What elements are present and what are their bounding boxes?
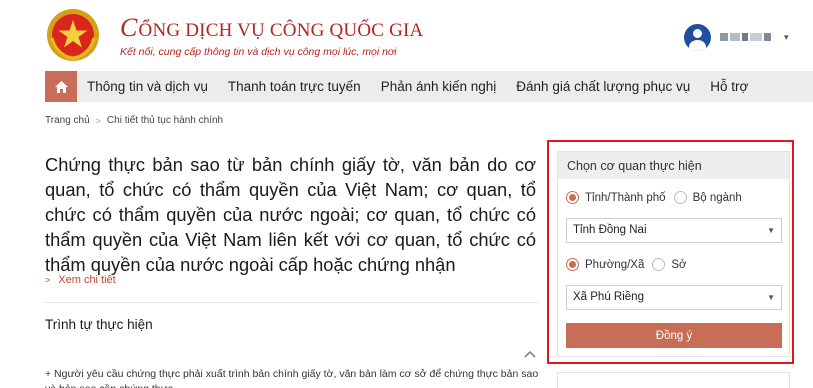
chevron-down-icon[interactable]: ▾	[784, 32, 789, 43]
step-text: + Người yêu cầu chứng thực phải xuất trì…	[45, 368, 539, 388]
radio-ward-label[interactable]: Phường/Xã	[585, 259, 644, 271]
nav-item-info-services[interactable]: Thông tin và dịch vụ	[77, 79, 218, 94]
ward-select[interactable]: Xã Phú Riềng ▼	[566, 285, 782, 310]
chevron-up-icon[interactable]	[524, 349, 536, 359]
agency-select-panel: Chọn cơ quan thực hiện Tỉnh/Thành phố Bộ…	[557, 151, 790, 357]
view-detail-link[interactable]: > Xem chi tiết	[45, 274, 116, 286]
nav-item-service-rating[interactable]: Đánh giá chất lượng phục vụ	[506, 79, 700, 94]
province-select[interactable]: Tỉnh Đồng Nai ▼	[566, 218, 782, 243]
radio-ministry-label[interactable]: Bộ ngành	[693, 192, 742, 204]
agree-button[interactable]: Đồng ý	[566, 323, 782, 348]
breadcrumb: Trang chủ > Chi tiết thủ tục hành chính	[45, 115, 223, 126]
level1-radio-group: Tỉnh/Thành phố Bộ ngành	[566, 191, 742, 204]
caret-down-icon: ▼	[767, 226, 775, 235]
national-emblem-icon[interactable]	[46, 8, 100, 62]
radio-province-label[interactable]: Tỉnh/Thành phố	[585, 192, 666, 204]
chevron-right-icon: >	[45, 275, 51, 285]
view-detail-label: Xem chi tiết	[58, 274, 116, 286]
main-nav: Thông tin và dịch vụ Thanh toán trực tuy…	[45, 71, 813, 102]
breadcrumb-current: Chi tiết thủ tục hành chính	[106, 115, 224, 126]
portal-title-rest: ỔNG DỊCH VỤ CÔNG QUỐC GIA	[138, 20, 424, 41]
section-title: Trình tự thực hiện	[45, 317, 153, 332]
caret-down-icon: ▼	[767, 293, 775, 302]
site-header: CỔNG DỊCH VỤ CÔNG QUỐC GIA Kết nối, cung…	[0, 0, 813, 68]
procedure-title: Chứng thực bản sao từ bản chính giấy tờ,…	[45, 154, 536, 275]
level2-radio-group: Phường/Xã Sở	[566, 258, 687, 271]
province-select-value: Tỉnh Đồng Nai	[573, 224, 647, 236]
portal-title-initial: C	[120, 13, 138, 42]
radio-province[interactable]	[566, 191, 579, 204]
user-menu[interactable]: ▾	[684, 22, 789, 52]
panel-heading: Chọn cơ quan thực hiện	[558, 152, 789, 179]
radio-department-label[interactable]: Sở	[671, 259, 686, 271]
radio-ministry[interactable]	[673, 191, 687, 204]
nav-item-feedback[interactable]: Phản ánh kiến nghị	[371, 79, 507, 94]
nav-item-support[interactable]: Hỗ trợ	[700, 79, 758, 94]
portal-subtitle: Kết nối, cung cấp thông tin và dịch vụ c…	[120, 46, 397, 58]
nav-item-online-payment[interactable]: Thanh toán trực tuyến	[218, 79, 371, 94]
chevron-right-icon: >	[95, 115, 101, 126]
radio-department[interactable]	[652, 258, 666, 271]
breadcrumb-home[interactable]: Trang chủ	[45, 115, 90, 126]
radio-ward[interactable]	[566, 258, 579, 271]
portal-title[interactable]: CỔNG DỊCH VỤ CÔNG QUỐC GIA	[120, 13, 423, 43]
section-divider	[45, 302, 538, 303]
home-icon	[54, 80, 68, 93]
next-panel-edge	[557, 372, 790, 388]
username-redacted[interactable]	[720, 31, 780, 43]
user-avatar-icon[interactable]	[684, 23, 711, 51]
home-button[interactable]	[45, 71, 77, 102]
ward-select-value: Xã Phú Riềng	[573, 291, 644, 303]
